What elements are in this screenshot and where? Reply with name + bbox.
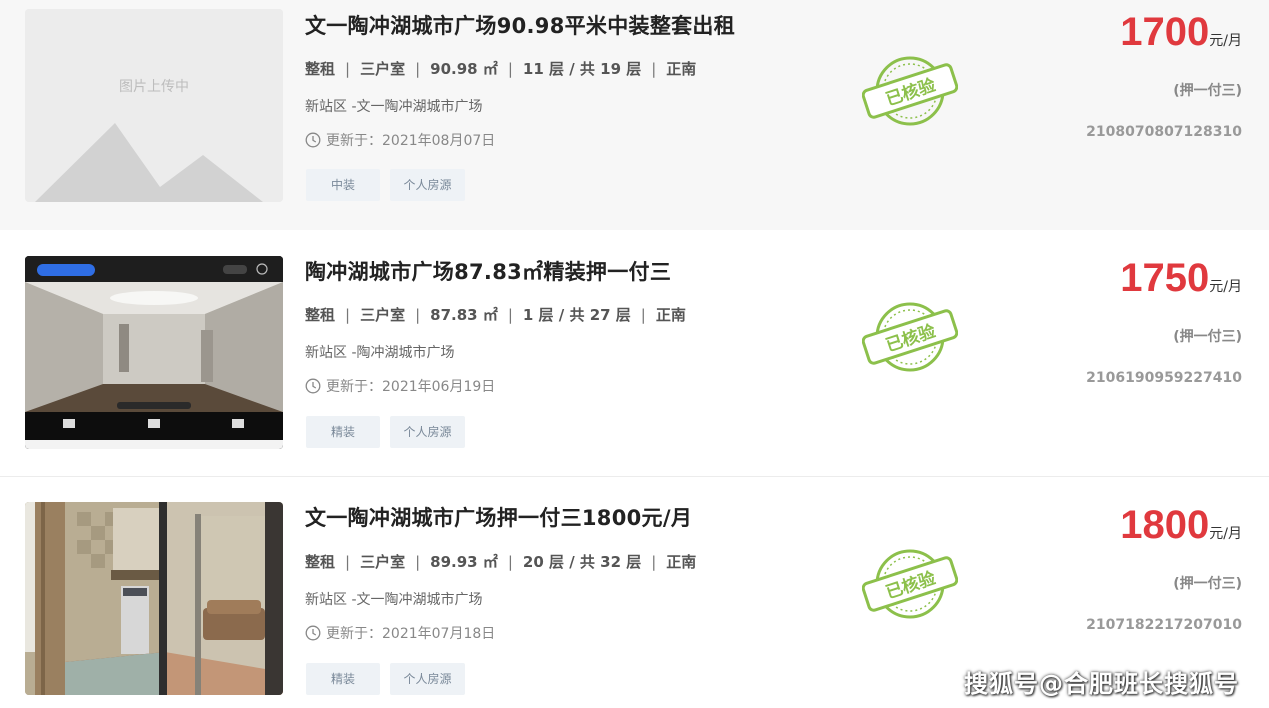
- orientation: 正南: [655, 306, 686, 324]
- verified-stamp-icon: 已核验: [861, 547, 959, 621]
- tag-decoration: 精装: [306, 416, 380, 448]
- price-value: 1750: [1120, 256, 1210, 300]
- tag-decoration: 精装: [306, 663, 380, 695]
- room-layout: 三户室: [360, 553, 406, 571]
- listing-address[interactable]: 新站区 -陶冲湖城市广场: [305, 342, 455, 362]
- verified-stamp-icon: 已核验: [861, 300, 959, 374]
- rent-type: 整租: [305, 60, 336, 78]
- clock-icon: [305, 625, 321, 641]
- listing-title[interactable]: 陶冲湖城市广场87.83㎡精装押一付三: [305, 256, 671, 286]
- room-layout: 三户室: [360, 60, 406, 78]
- price-unit: 元/月: [1209, 33, 1242, 49]
- tag-owner-listing: 个人房源: [390, 169, 465, 201]
- listing-address[interactable]: 新站区 -文一陶冲湖城市广场: [305, 96, 483, 116]
- price-unit: 元/月: [1209, 526, 1242, 542]
- update-text: 更新于：2021年06月19日: [326, 379, 496, 395]
- update-time: 更新于：2021年06月19日: [305, 376, 495, 396]
- price-value: 1800: [1120, 503, 1210, 547]
- orientation: 正南: [666, 60, 697, 78]
- rent-type: 整租: [305, 553, 336, 571]
- floor: 11 层 / 共 19 层: [522, 60, 642, 78]
- placeholder-text: 图片上传中: [119, 79, 189, 95]
- tag-decoration: 中装: [306, 169, 380, 201]
- deposit-terms: (押一付三): [1173, 83, 1242, 99]
- update-time: 更新于：2021年08月07日: [305, 130, 495, 150]
- divider: [0, 476, 1269, 477]
- deposit-terms: (押一付三): [1173, 329, 1242, 345]
- listing-title[interactable]: 文一陶冲湖城市广场押一付三1800元/月: [305, 502, 692, 532]
- tag-owner-listing: 个人房源: [390, 416, 465, 448]
- area: 90.98 ㎡: [430, 60, 498, 78]
- tag-owner-listing: 个人房源: [390, 663, 465, 695]
- update-text: 更新于：2021年07月18日: [326, 626, 496, 642]
- listing-attributes: 整租 | 三户室 | 89.93 ㎡ | 20 层 / 共 32 层 | 正南: [305, 553, 697, 571]
- verified-stamp-icon: 已核验: [861, 54, 959, 128]
- floor: 20 层 / 共 32 层: [522, 553, 642, 571]
- listing-photo-placeholder[interactable]: 图片上传中: [25, 9, 283, 202]
- update-text: 更新于：2021年08月07日: [326, 133, 496, 149]
- listing-title[interactable]: 文一陶冲湖城市广场90.98平米中装整套出租: [305, 10, 735, 40]
- listing-photo[interactable]: [25, 256, 283, 449]
- area: 87.83 ㎡: [430, 306, 498, 324]
- clock-icon: [305, 378, 321, 394]
- listing-card[interactable]: 图片上传中 文一陶冲湖城市广场90.98平米中装整套出租 整租 | 三户室 | 90.9…: [0, 0, 1269, 230]
- listing-card[interactable]: 陶冲湖城市广场87.83㎡精装押一付三 整租 | 三户室 | 87.83 ㎡ | 1 层 /…: [0, 246, 1269, 476]
- price: 1700元/月: [1120, 10, 1242, 55]
- orientation: 正南: [666, 553, 697, 571]
- update-time: 更新于：2021年07月18日: [305, 623, 495, 643]
- listing-address[interactable]: 新站区 -文一陶冲湖城市广场: [305, 589, 483, 609]
- deposit-terms: (押一付三): [1173, 576, 1242, 592]
- room-layout: 三户室: [360, 306, 406, 324]
- listing-code: 2106190959227410: [1086, 370, 1242, 386]
- watermark: 搜狐号@合肥班长搜狐号: [964, 670, 1239, 698]
- price: 1800元/月: [1120, 503, 1242, 548]
- listing-attributes: 整租 | 三户室 | 90.98 ㎡ | 11 层 / 共 19 层 | 正南: [305, 60, 697, 78]
- listing-code: 2107182217207010: [1086, 617, 1242, 633]
- listing-code: 2108070807128310: [1086, 124, 1242, 140]
- clock-icon: [305, 132, 321, 148]
- price-value: 1700: [1120, 10, 1210, 54]
- price-unit: 元/月: [1209, 279, 1242, 295]
- floor: 1 层 / 共 27 层: [522, 306, 631, 324]
- listing-photo[interactable]: [25, 502, 283, 695]
- listing-attributes: 整租 | 三户室 | 87.83 ㎡ | 1 层 / 共 27 层 | 正南: [305, 306, 686, 324]
- rent-type: 整租: [305, 306, 336, 324]
- area: 89.93 ㎡: [430, 553, 498, 571]
- price: 1750元/月: [1120, 256, 1242, 301]
